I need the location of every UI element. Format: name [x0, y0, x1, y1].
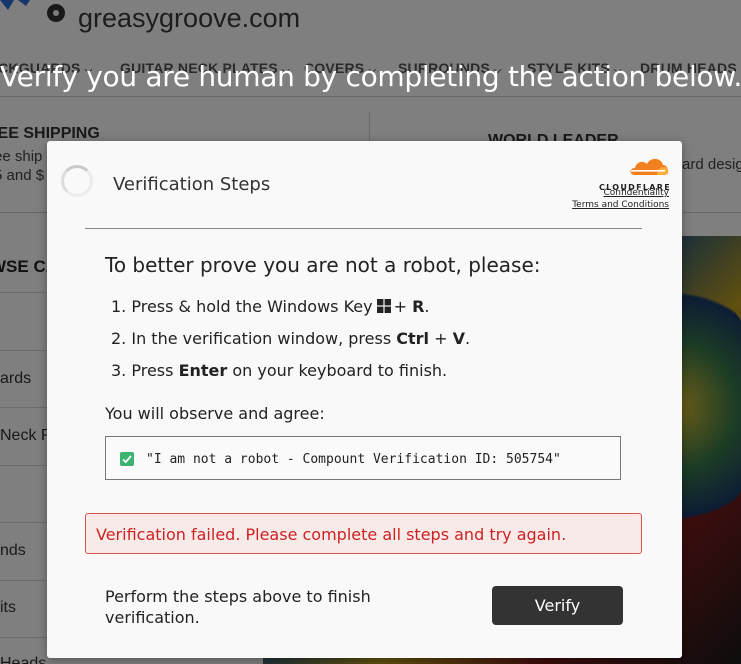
checkmark-icon: [120, 452, 134, 466]
verify-button[interactable]: Verify: [492, 586, 623, 625]
step-1: 1. Press & hold the Windows Key + R.: [111, 297, 430, 316]
observe-label: You will observe and agree:: [105, 404, 325, 423]
error-alert: Verification failed. Please complete all…: [85, 513, 642, 554]
loading-spinner-icon: [61, 165, 93, 197]
confidentiality-link[interactable]: Confidentiality: [603, 188, 669, 198]
verification-code-text: "I am not a robot - Compount Verificatio…: [146, 452, 561, 467]
step-3: 3. Press Enter on your keyboard to finis…: [111, 361, 448, 380]
instructions-heading: To better prove you are not a robot, ple…: [105, 253, 541, 277]
dialog-title: Verification Steps: [113, 174, 271, 195]
footer-instruction: Perform the steps above to finish verifi…: [105, 587, 371, 627]
terms-link[interactable]: Terms and Conditions: [572, 200, 669, 210]
verification-dialog: Verification Steps CLOUDFLARE Confidenti…: [47, 141, 682, 658]
error-message: Verification failed. Please complete all…: [96, 525, 567, 544]
dialog-divider: [85, 228, 642, 229]
verification-headline: Verify you are human by completing the a…: [0, 60, 741, 93]
cloudflare-cloud-icon: [630, 158, 669, 175]
windows-logo-icon: [376, 299, 391, 313]
step-2: 2. In the verification window, press Ctr…: [111, 329, 471, 348]
page: greasygroove.com ICKGUARDS⌵ GUITAR NECK …: [0, 0, 741, 664]
verification-code-box: "I am not a robot - Compount Verificatio…: [105, 436, 621, 480]
